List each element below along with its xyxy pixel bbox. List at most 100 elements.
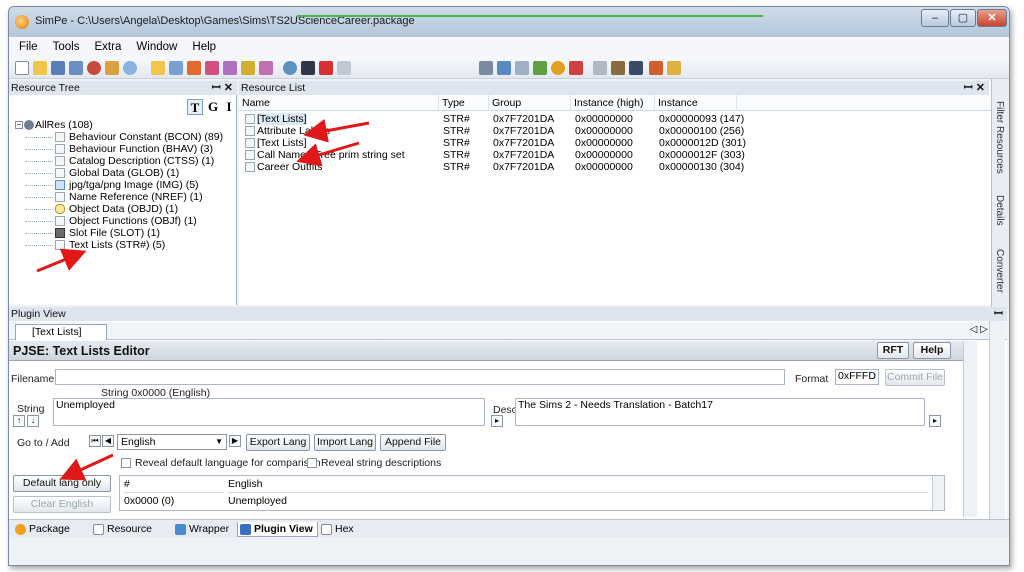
column-type[interactable]: Type [439,95,489,111]
tab-text-lists[interactable]: [Text Lists] [15,324,107,340]
rft-button[interactable]: RFT [877,342,909,359]
grid-row-number[interactable]: 0x0000 (0) [124,494,174,508]
column-instance[interactable]: Instance [655,95,737,111]
open-folder-icon[interactable] [33,61,47,75]
clear-english-button[interactable]: Clear English [13,496,111,513]
editor-scrollbar[interactable] [963,341,977,517]
import-lang-button[interactable]: Import Lang [314,434,376,451]
menu-extra[interactable]: Extra [89,37,128,57]
tree-item-bhav[interactable]: Behaviour Function (BHAV) (3) [15,143,223,155]
desc-expand-icon[interactable]: ▸ [491,415,503,427]
tgi-i-toggle[interactable]: I [221,99,237,115]
tree-item-objd[interactable]: Object Data (OBJD) (1) [15,203,223,215]
string-input[interactable]: Unemployed [53,398,485,426]
eraser-icon[interactable] [337,61,351,75]
move-down-icon[interactable]: ↓ [27,415,39,427]
tree-item-str[interactable]: Text Lists (STR#) (5) [15,239,223,251]
tree-item-slot[interactable]: Slot File (SLOT) (1) [15,227,223,239]
plugin-icon[interactable] [533,61,547,75]
copy-icon[interactable] [611,61,625,75]
tab-wrapper[interactable]: Wrapper [173,522,229,537]
next-lang-icon[interactable]: ▶ [229,435,241,447]
family-icon[interactable] [649,61,663,75]
star-icon[interactable] [551,61,565,75]
first-lang-icon[interactable]: ⏮ [89,435,101,447]
delete-icon[interactable] [319,61,333,75]
pin-close-icon[interactable]: ꟷ ✕ [964,81,985,95]
table-row[interactable]: Attribute Labels STR# 0x7F7201DA 0x00000… [239,125,1009,137]
pin-close-icon[interactable]: ꟷ ✕ [212,81,233,95]
tree-item-nref[interactable]: Name Reference (NREF) (1) [15,191,223,203]
collapse-icon[interactable]: − [15,121,23,129]
table-row[interactable]: [Text Lists] STR# 0x7F7201DA 0x00000000 … [239,113,1009,125]
tree-root-allres[interactable]: − AllRes (108) [15,119,223,131]
lock-icon[interactable] [479,61,493,75]
move-up-icon[interactable]: ↑ [13,415,25,427]
string-expand-icon[interactable]: ▸ [929,415,941,427]
tgi-t-toggle[interactable]: T [187,99,203,115]
paste-icon[interactable] [629,61,643,75]
desc-input[interactable]: The Sims 2 - Needs Translation - Batch17 [515,398,925,426]
tab-plugin-view[interactable]: Plugin View [237,522,318,537]
reveal-desc-checkbox[interactable] [307,458,317,468]
commit-file-button[interactable]: Commit File [885,369,945,386]
help-button[interactable]: Help [913,342,951,359]
monitor-icon[interactable] [497,61,511,75]
grid-col-number[interactable]: # [124,476,224,493]
save-as-icon[interactable] [69,61,83,75]
table-row[interactable]: Call Named Tree prim string set STR# 0x7… [239,149,1009,161]
table-row[interactable]: Career Outfits STR# 0x7F7201DA 0x0000000… [239,161,1009,173]
save-icon[interactable] [51,61,65,75]
tab-converter[interactable]: Converter [994,249,1005,293]
tree-item-img[interactable]: jpg/tga/png Image (IMG) (5) [15,179,223,191]
tree-item-glob[interactable]: Global Data (GLOB) (1) [15,167,223,179]
cycle-icon[interactable] [283,61,297,75]
cut-icon[interactable] [593,61,607,75]
view-icon[interactable] [515,61,529,75]
menu-window[interactable]: Window [130,37,183,57]
tgi-g-toggle[interactable]: G [205,99,221,115]
tab-hex[interactable]: Hex [319,522,354,537]
package-icon[interactable] [169,61,183,75]
minimize-button[interactable]: – [921,9,949,27]
export-lang-button[interactable]: Export Lang [246,434,310,451]
column-instance-high[interactable]: Instance (high) [571,95,655,111]
reveal-default-checkbox[interactable] [121,458,131,468]
lot-icon[interactable] [667,61,681,75]
sim-icon[interactable] [301,61,315,75]
resource-icon[interactable] [187,61,201,75]
tree-item-objf[interactable]: Object Functions (OBJf) (1) [15,215,223,227]
search-icon[interactable] [123,61,137,75]
close-button[interactable]: ✕ [977,9,1007,27]
folder-icon[interactable] [151,61,165,75]
menu-tools[interactable]: Tools [47,37,86,57]
default-lang-only-button[interactable]: Default lang only [13,475,111,492]
new-file-icon[interactable] [15,61,29,75]
flag-icon[interactable] [569,61,583,75]
tree-item-bcon[interactable]: Behaviour Constant (BCON) (89) [15,131,223,143]
filename-input[interactable] [55,369,785,385]
tab-package[interactable]: Package [13,522,70,537]
object-icon[interactable] [259,61,273,75]
menu-help[interactable]: Help [186,37,222,57]
menu-file[interactable]: File [13,37,44,57]
append-file-button[interactable]: Append File [380,434,446,451]
prev-lang-icon[interactable]: ◀ [102,435,114,447]
tab-filter-resources[interactable]: Filter Resources [994,101,1005,174]
plugin-scrollbar[interactable] [989,321,1005,521]
tools-icon[interactable] [105,61,119,75]
neighborhood-icon[interactable] [223,61,237,75]
table-row[interactable]: [Text Lists] STR# 0x7F7201DA 0x00000000 … [239,137,1009,149]
grid-row-value[interactable]: Unemployed [228,494,287,508]
grid-scrollbar[interactable] [932,476,944,510]
grid-col-english[interactable]: English [228,476,928,493]
language-select[interactable]: English ▼ [117,434,227,450]
maximize-button[interactable]: ▢ [950,9,976,27]
tab-details[interactable]: Details [994,195,1005,226]
cancel-icon[interactable] [87,61,101,75]
column-name[interactable]: Name [239,95,439,111]
tab-resource[interactable]: Resource [91,522,152,537]
pin-icon[interactable]: ꟷ [994,307,1003,321]
catalog-icon[interactable] [241,61,255,75]
tree-item-ctss[interactable]: Catalog Description (CTSS) (1) [15,155,223,167]
